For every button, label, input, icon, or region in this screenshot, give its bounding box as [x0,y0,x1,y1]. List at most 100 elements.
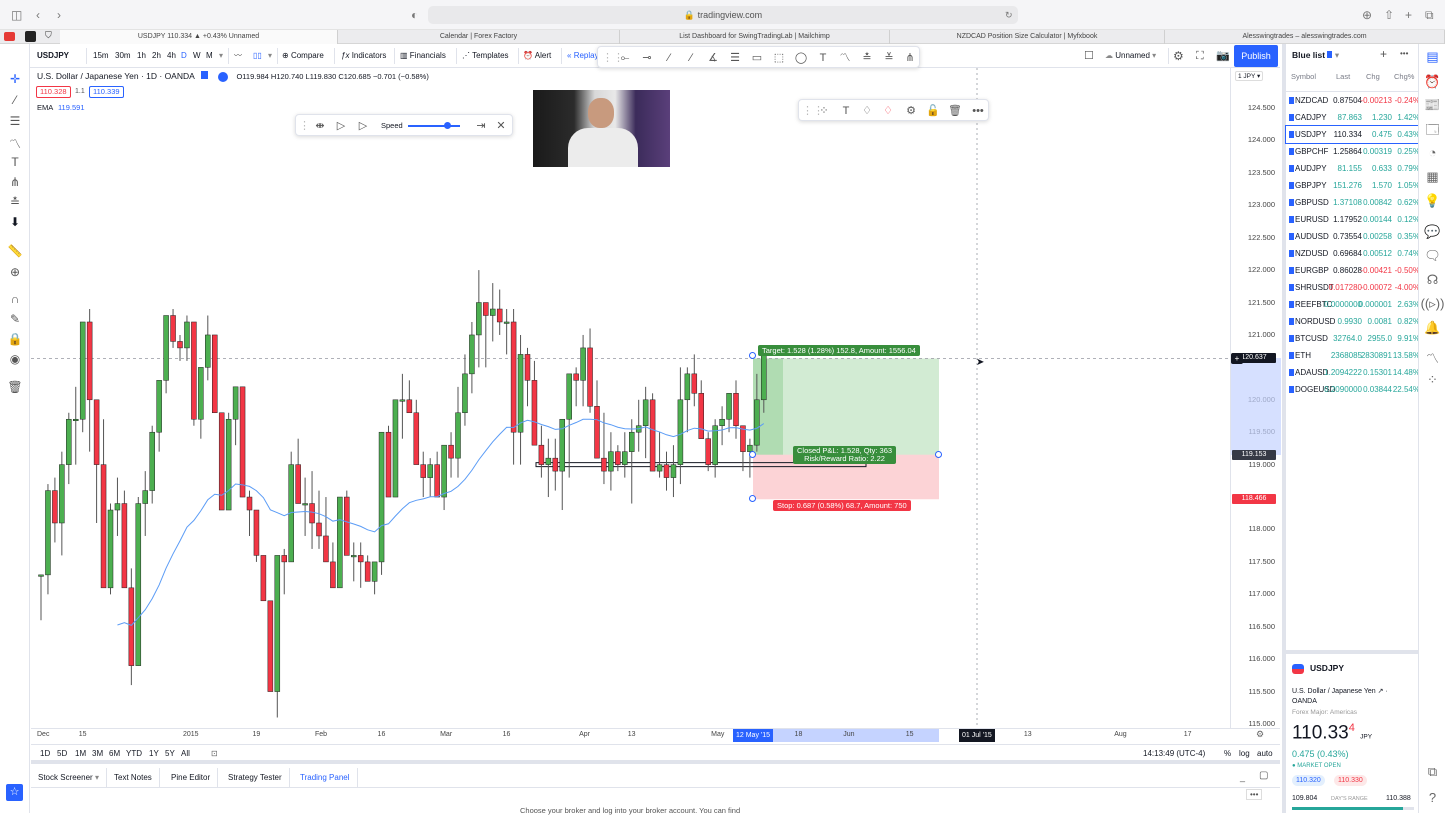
watchlist-row[interactable]: NZDUSD 0.69684 0.00512 0.74% [1286,245,1422,262]
chart-type-dropdown-icon[interactable]: ▾ [268,44,272,68]
delete-icon[interactable]: 🗑 [946,100,964,122]
watchlist-row[interactable]: BTCUSD 32764.0 2955.0 9.91% [1286,330,1422,347]
watchlist-row[interactable]: REEFBTC 0.0000000 0.000001 2.63% [1286,296,1422,313]
symbol-search[interactable]: USDJPY [37,44,69,68]
text-icon[interactable]: T [812,47,834,69]
drag-handle-icon[interactable]: ⋮⋮ [802,100,824,122]
percent-toggle[interactable]: % [1224,745,1231,763]
crosshair-icon[interactable]: ✛ [0,72,30,86]
column-chg[interactable]: Chg [1366,72,1380,81]
price-badge[interactable]: 119.153 [1232,449,1276,460]
interval-1d[interactable]: D [181,44,187,68]
path-icon[interactable]: 〽 [834,47,856,69]
browser-tab-alesswingtrades[interactable]: Alesswingtrades – alesswingtrades.com [1165,30,1445,44]
interval-30m[interactable]: 30m [115,44,131,68]
prediction-tool-icon[interactable]: ⋔ [0,175,30,189]
interval-1w[interactable]: W [193,44,201,68]
watchlist-row[interactable]: NZDCAD 0.87504 -0.00213 -0.24% [1286,92,1422,109]
watchlist-icon[interactable]: ▤ [1419,49,1445,65]
closed-pnl-label[interactable]: Closed P&L: 1.528, Qty: 363 Risk/Reward … [793,446,897,464]
target-label[interactable]: Target: 1.528 (1.28%) 152.8, Amount: 155… [758,345,920,356]
interval-15m[interactable]: 15m [93,44,109,68]
publish-button[interactable]: Publish [1234,45,1278,67]
buy-price-button[interactable]: 110.339 [89,86,124,98]
watchlist-row[interactable]: NORDUSD 0.9930 0.0081 0.82% [1286,313,1422,330]
close-icon[interactable]: ✕ [494,115,508,137]
watchlist-row[interactable]: EURGBP 0.86028 -0.00421 -0.50% [1286,262,1422,279]
axis-settings-gear-icon[interactable]: ⚙ [1256,729,1264,740]
forward-icon[interactable]: › [57,0,61,30]
interval-2h[interactable]: 2h [152,44,161,68]
line-color-icon[interactable]: ♢ [858,100,876,122]
maximize-icon[interactable]: ▢ [1259,770,1268,781]
settings-gear-icon[interactable]: ⚙ [1173,44,1184,68]
add-alert-plus-icon[interactable]: + [1231,353,1243,364]
column-symbol[interactable]: Symbol [1291,72,1316,81]
lock-pencil-icon[interactable]: ✎ [0,312,30,326]
tab-stock-screener[interactable]: Stock Screener ▾ [31,768,107,788]
range-1y[interactable]: 1Y [149,745,159,763]
text-tool-icon[interactable]: T [0,155,30,169]
details-ask[interactable]: 110.330 [1334,775,1367,786]
watchlist-title[interactable]: Blue list ▾ [1292,50,1339,61]
unlock-icon[interactable]: 🔓 [924,100,942,122]
short-position-icon[interactable]: ≚ [878,47,900,69]
tab-text-notes[interactable]: Text Notes [107,768,160,788]
new-tab-icon[interactable]: + [1405,0,1412,30]
streams-icon[interactable]: ((▹)) [1419,296,1445,312]
range-1m[interactable]: 1M [75,745,86,763]
ema-legend[interactable]: EMA 119.591 [37,103,85,112]
select-checkbox[interactable]: ☐ [1084,44,1094,68]
watchlist-row[interactable]: SHRUSDT 0.017280 -0.00072 -4.00% [1286,279,1422,296]
go-to-date-icon[interactable]: ⊡ [211,745,218,763]
details-symbol[interactable]: USDJPY [1310,663,1344,673]
entry-handle[interactable] [749,451,756,458]
position-tool-icon[interactable]: ≛ [0,195,30,209]
range-3m[interactable]: 3M [92,745,103,763]
chat-icon[interactable]: 🗨 [1419,248,1445,264]
pitchfork-icon[interactable]: ∡ [702,47,724,69]
watchlist-row[interactable]: ADAUSD 1.2094222 0.15301 14.48% [1286,364,1422,381]
interval-1h[interactable]: 1h [137,44,146,68]
currency-unit-button[interactable]: 1 JPY ▾ [1235,71,1264,81]
flag-icon[interactable] [200,71,208,79]
watchlist-row[interactable]: GBPJPY 151.276 1.570 1.05% [1286,177,1422,194]
ellipse-icon[interactable]: ◯ [790,47,812,69]
drag-handle-icon[interactable]: ⋮⋮ [602,47,624,69]
zoom-in-icon[interactable]: ⊕ [0,265,30,279]
arrow-down-icon[interactable]: ⬇ [0,215,30,229]
browser-tab-myfxbook[interactable]: NZDCAD Position Size Calculator | Myfxbo… [890,30,1165,44]
layout-name-button[interactable]: ☁ Unnamed ▾ [1105,44,1156,68]
select-bar-icon[interactable]: ⇼ [310,115,330,137]
ray-icon[interactable]: ⟜ [614,47,636,69]
pattern-tool-icon[interactable]: 〽 [0,135,30,152]
share-icon[interactable]: ⇧ [1384,0,1394,30]
hotlists-icon[interactable]: ◔ [1419,145,1445,160]
log-toggle[interactable]: log [1239,745,1250,763]
trading-icon[interactable]: 〽 [1419,348,1445,367]
fullscreen-icon[interactable]: ⛶ [1196,44,1204,68]
details-bid[interactable]: 110.320 [1292,775,1325,786]
watchlist-row[interactable]: AUDUSD 0.73554 0.00258 0.35% [1286,228,1422,245]
reload-icon[interactable]: ↻ [1005,0,1013,30]
alert-button[interactable]: ⏰ Alert [523,44,551,68]
favorite-star-icon[interactable]: ☆ [6,784,23,801]
settings-icon[interactable]: ⚙ [902,100,920,122]
profile-icon[interactable] [25,31,36,42]
interval-4h[interactable]: 4h [167,44,176,68]
watchlist-row[interactable]: EURUSD 1.17952 0.00144 0.12% [1286,211,1422,228]
indicators-button[interactable]: ƒx Indicators [341,44,386,68]
dom-icon[interactable]: ⁘ [1419,372,1445,388]
sell-price-button[interactable]: 110.328 [36,86,71,98]
range-1d[interactable]: 1D [40,745,50,763]
column-last[interactable]: Last [1336,72,1350,81]
tab-strategy-tester[interactable]: Strategy Tester [221,768,290,788]
extended-line-icon[interactable]: ∕ [680,47,702,69]
back-icon[interactable]: ‹ [36,0,40,30]
magnet-icon[interactable]: ∩ [0,292,30,306]
candles-style-icon[interactable]: ▯▯ [253,44,262,68]
interval-1m[interactable]: M [206,44,213,68]
watchlist-more-icon[interactable]: ••• [1400,49,1408,58]
candlestick-chart[interactable] [31,68,1230,728]
speed-slider-track[interactable] [408,125,460,127]
